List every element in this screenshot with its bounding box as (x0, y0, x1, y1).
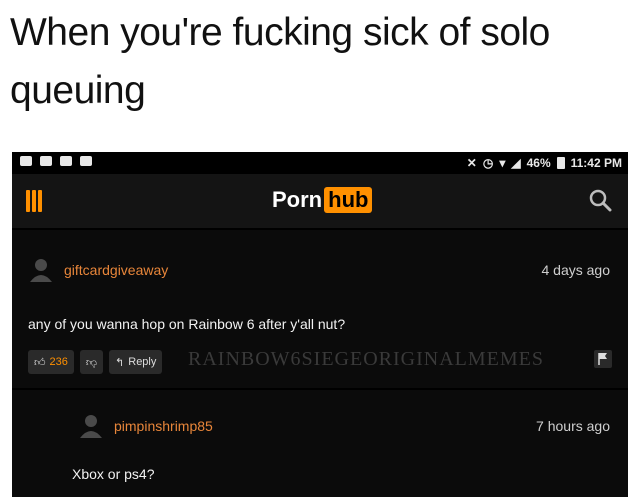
battery-percent: 46% (526, 156, 551, 170)
thumbs-up-icon: 👍︎ (34, 356, 46, 369)
site-logo[interactable]: Porn hub (272, 187, 373, 213)
site-header: Porn hub (12, 174, 628, 228)
wifi-icon: ▾ (499, 156, 506, 170)
bluetooth-icon: ✕ (466, 156, 477, 170)
comment-timestamp: 4 days ago (541, 262, 611, 278)
vote-count: 236 (49, 356, 68, 368)
alarm-icon: ◷ (482, 156, 494, 170)
logo-text-right: hub (324, 187, 373, 213)
status-bar: ✕ ◷ ▾ ◢ 46% 11:42 PM (12, 152, 628, 174)
volume-icon (20, 156, 32, 166)
reply-button[interactable]: ↰ Reply (109, 350, 163, 374)
comment-username[interactable]: giftcardgiveaway (64, 262, 168, 278)
status-icons-right: ✕ ◷ ▾ ◢ 46% 11:42 PM (467, 156, 622, 170)
comment-username[interactable]: pimpinshrimp85 (114, 418, 213, 434)
reply-icon: ↰ (115, 356, 125, 369)
comment-text: Xbox or ps4? (72, 466, 155, 482)
clock: 11:42 PM (570, 156, 622, 170)
avatar[interactable] (78, 412, 104, 438)
mail-icon (40, 156, 52, 166)
notification-icon (60, 156, 72, 166)
logo-text-left: Porn (272, 187, 323, 212)
avatar[interactable] (28, 256, 54, 282)
thumbs-down-icon: 👎︎ (85, 356, 98, 369)
reply-comment: pimpinshrimp85 7 hours ago Xbox or ps4? (12, 390, 628, 497)
upvote-button[interactable]: 👍︎ 236 (28, 350, 74, 374)
status-icons-left (20, 156, 92, 166)
watermark: RAINBOW6SIEGEORIGINALMEMES (188, 348, 544, 370)
battery-icon (556, 157, 565, 169)
comment-text: any of you wanna hop on Rainbow 6 after … (28, 316, 346, 332)
comment-actions: 👍︎ 236 👎︎ ↰ Reply (28, 350, 163, 374)
comment-timestamp: 7 hours ago (536, 418, 610, 434)
signal-icon: ◢ (511, 156, 521, 170)
meme-caption: When you're fucking sick of solo queuing (10, 11, 550, 112)
search-icon[interactable] (588, 188, 612, 212)
chat-icon (80, 156, 92, 166)
phone-screenshot: ✕ ◷ ▾ ◢ 46% 11:42 PM Porn hub giftcardgi… (12, 152, 628, 497)
flag-icon[interactable] (594, 350, 612, 368)
downvote-button[interactable]: 👎︎ (79, 350, 104, 374)
hamburger-menu-icon[interactable] (26, 190, 44, 212)
reply-label: Reply (128, 356, 157, 368)
